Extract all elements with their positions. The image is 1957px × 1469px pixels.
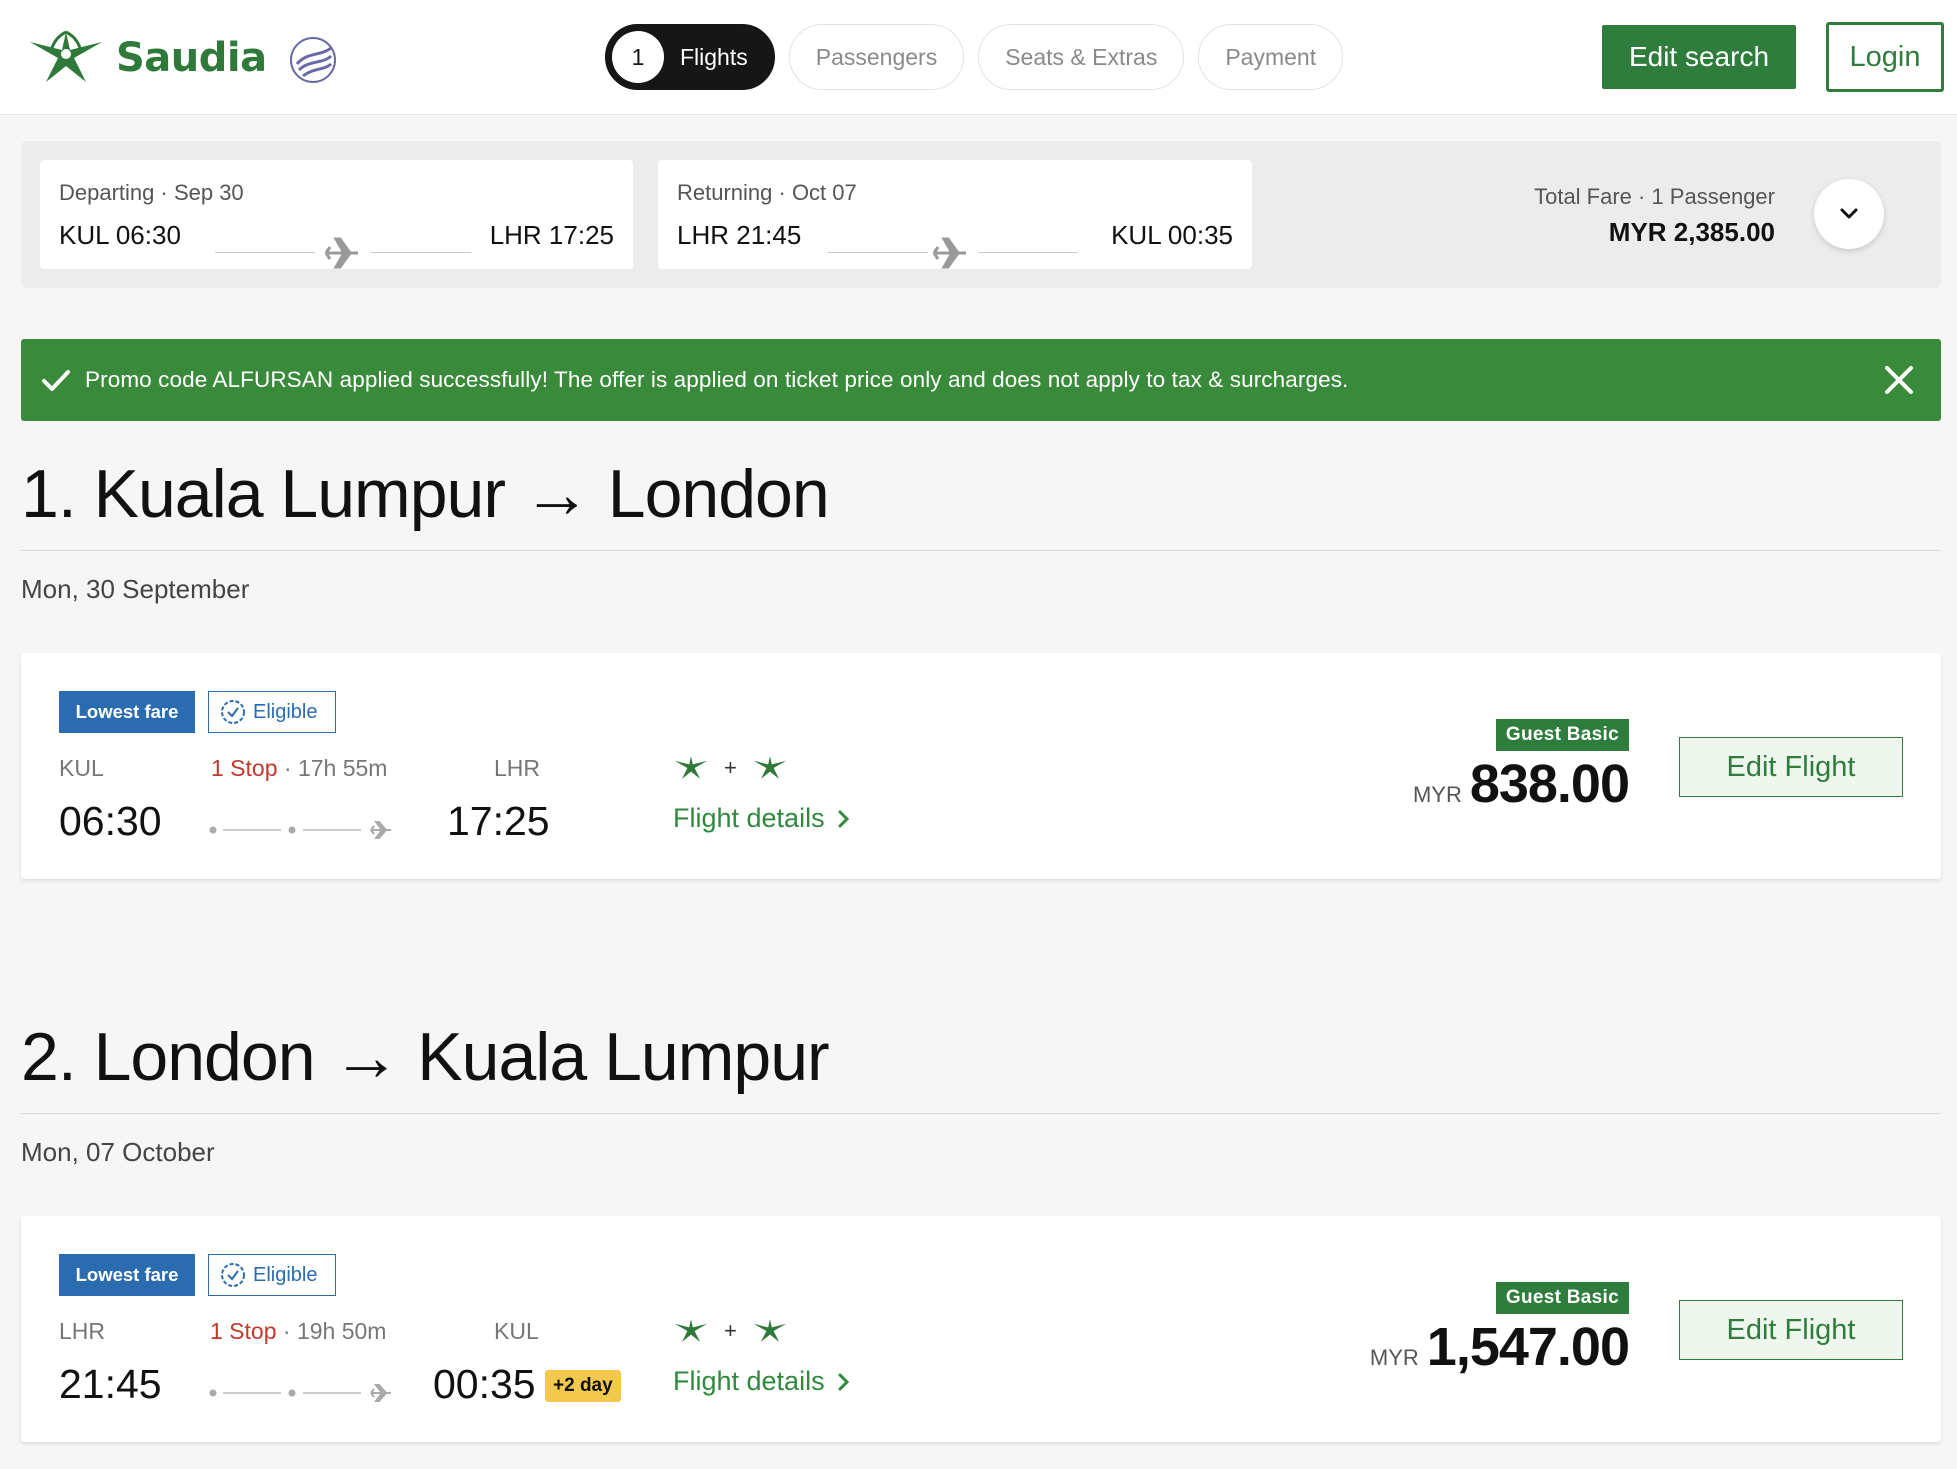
section-date-return: Mon, 07 October <box>21 1137 215 1167</box>
step-number: 1 <box>612 31 664 83</box>
chevron-right-icon <box>838 810 849 827</box>
departure-time: 21:45 <box>59 1361 162 1407</box>
eligible-badge: Eligible <box>208 691 336 733</box>
saudia-palm-logo-icon <box>753 756 787 779</box>
returning-label: Returning · Oct 07 <box>677 180 857 205</box>
route-line <box>828 252 928 253</box>
route-line <box>215 252 315 253</box>
flight-card-return[interactable]: Lowest fare Eligible LHR 1 Stop · 19h 50… <box>21 1216 1941 1442</box>
stops-info: 1 Stop · 19h 50m <box>210 1318 386 1345</box>
step-label: Payment <box>1225 43 1317 70</box>
saudia-palm-logo-icon <box>674 1319 708 1342</box>
badge-check-icon <box>221 1263 245 1287</box>
step-seats-extras[interactable]: Seats & Extras <box>978 24 1185 90</box>
fare-class-badge: Guest Basic <box>1495 1282 1629 1314</box>
edit-flight-button[interactable]: Edit Flight <box>1679 1300 1903 1360</box>
route-line <box>978 252 1078 253</box>
lowest-fare-badge: Lowest fare <box>59 1254 195 1296</box>
destination-code: KUL <box>494 1318 539 1344</box>
flight-details-link[interactable]: Flight details <box>673 1366 855 1397</box>
lowest-fare-badge: Lowest fare <box>59 691 195 733</box>
section-title-outbound: 1. Kuala Lumpur → London <box>21 456 830 532</box>
flight-track <box>209 1384 391 1402</box>
plane-icon <box>324 237 358 269</box>
departing-to: LHR 17:25 <box>489 220 614 250</box>
returning-from: LHR 21:45 <box>677 220 802 250</box>
step-label: Passengers <box>815 43 938 70</box>
arrival-time: 17:25 <box>447 798 550 844</box>
step-passengers[interactable]: Passengers <box>788 24 965 90</box>
eligible-label: Eligible <box>253 1263 318 1286</box>
fare-class-badge: Guest Basic <box>1495 719 1629 751</box>
top-header: Saudia 1 Flights Passengers Seats & Extr… <box>0 0 1957 115</box>
trip-summary: Departing · Sep 30 KUL 06:30 LHR 17:25 R… <box>21 141 1941 288</box>
section-divider <box>21 550 1941 551</box>
carrier-plus: + <box>724 1318 737 1343</box>
saudia-palm-logo-icon <box>30 30 102 82</box>
arrival-time: 00:35 <box>433 1361 536 1407</box>
section-divider <box>21 1113 1941 1114</box>
departing-leg-card: Departing · Sep 30 KUL 06:30 LHR 17:25 <box>40 160 633 269</box>
fare-price: MYR 838.00 <box>1412 753 1630 815</box>
route-line <box>371 252 471 253</box>
edit-flight-button[interactable]: Edit Flight <box>1679 737 1903 797</box>
edit-search-button[interactable]: Edit search <box>1602 25 1796 89</box>
departing-from: KUL 06:30 <box>59 220 181 250</box>
plane-icon <box>932 237 966 269</box>
duration: · 19h 50m <box>276 1318 387 1344</box>
chevron-right-icon <box>838 1373 849 1390</box>
price-currency: MYR <box>1369 1345 1419 1370</box>
duration: · 17h 55m <box>277 755 388 781</box>
returning-leg-card: Returning · Oct 07 LHR 21:45 KUL 00:35 <box>658 160 1252 269</box>
returning-to: KUL 00:35 <box>1111 220 1233 250</box>
carrier-plus: + <box>724 755 737 780</box>
step-flights[interactable]: 1 Flights <box>605 24 775 90</box>
flight-track <box>209 821 391 839</box>
skyteam-icon <box>289 37 336 83</box>
flight-details-label: Flight details <box>673 803 825 833</box>
flight-card-outbound[interactable]: Lowest fare Eligible KUL 1 Stop · 17h 55… <box>21 653 1941 879</box>
stops-count: 1 Stop <box>211 755 278 781</box>
step-label: Flights <box>680 43 748 70</box>
eligible-label: Eligible <box>253 700 318 723</box>
stops-count: 1 Stop <box>210 1318 277 1344</box>
brand-name: Saudia <box>116 35 267 81</box>
check-icon <box>42 370 70 391</box>
brand-logo[interactable]: Saudia <box>24 28 341 88</box>
eligible-badge: Eligible <box>208 1254 336 1296</box>
flight-details-label: Flight details <box>673 1366 825 1396</box>
chevron-down-icon <box>1840 208 1858 219</box>
step-payment[interactable]: Payment <box>1198 24 1344 90</box>
plus-day-badge: +2 day <box>545 1370 621 1402</box>
operating-carriers: + <box>672 1316 789 1346</box>
section-title-return: 2. London → Kuala Lumpur <box>21 1019 830 1095</box>
price-currency: MYR <box>1412 782 1462 807</box>
price-amount: 838.00 <box>1469 754 1630 814</box>
stops-info: 1 Stop · 17h 55m <box>211 755 387 782</box>
price-amount: 1,547.00 <box>1426 1317 1630 1377</box>
step-label: Seats & Extras <box>1005 43 1158 70</box>
close-icon[interactable] <box>1879 360 1919 400</box>
origin-code: LHR <box>59 1318 106 1344</box>
booking-steps: 1 Flights Passengers Seats & Extras Paym… <box>605 24 1344 90</box>
operating-carriers: + <box>672 753 789 783</box>
fare-price: MYR 1,547.00 <box>1369 1316 1630 1378</box>
saudia-palm-logo-icon <box>753 1319 787 1342</box>
expand-summary-button[interactable] <box>1814 179 1884 249</box>
badge-check-icon <box>221 700 245 724</box>
promo-message: Promo code ALFURSAN applied successfully… <box>85 367 1349 392</box>
destination-code: LHR <box>494 755 541 781</box>
section-date-outbound: Mon, 30 September <box>21 574 250 604</box>
departure-time: 06:30 <box>59 798 162 844</box>
origin-code: KUL <box>59 755 104 781</box>
departing-label: Departing · Sep 30 <box>59 180 244 205</box>
total-fare-value: MYR 2,385.00 <box>1608 217 1775 247</box>
login-button[interactable]: Login <box>1826 22 1944 92</box>
flight-details-link[interactable]: Flight details <box>673 803 855 834</box>
total-fare-label: Total Fare · 1 Passenger <box>1534 184 1775 209</box>
saudia-palm-logo-icon <box>674 756 708 779</box>
promo-banner: Promo code ALFURSAN applied successfully… <box>21 339 1941 421</box>
